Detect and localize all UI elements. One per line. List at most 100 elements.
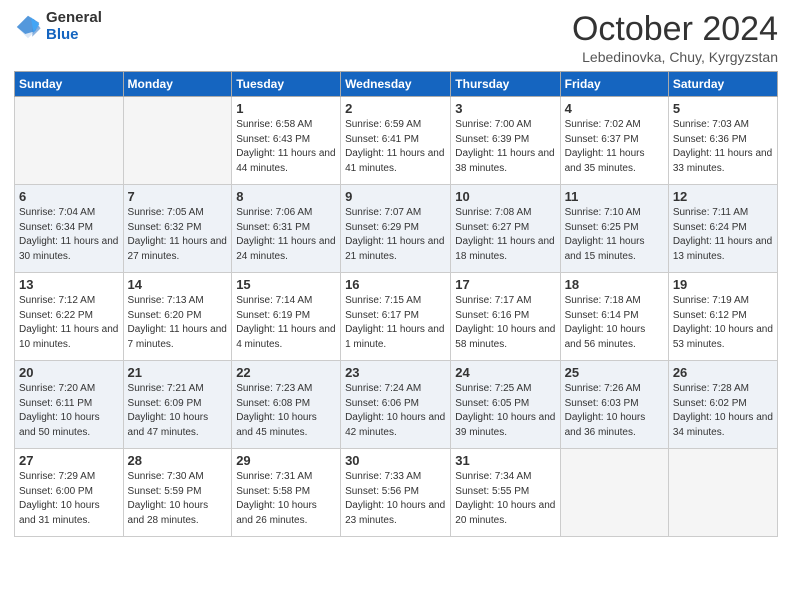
calendar-table: SundayMondayTuesdayWednesdayThursdayFrid… — [14, 71, 778, 537]
day-cell: 21 Sunrise: 7:21 AMSunset: 6:09 PMDayligh… — [123, 361, 232, 449]
week-row-1: 1 Sunrise: 6:58 AMSunset: 6:43 PMDaylight… — [15, 97, 778, 185]
day-info: Sunrise: 7:28 AMSunset: 6:02 PMDaylight:… — [673, 382, 773, 440]
day-number: 17 — [455, 277, 555, 292]
day-cell: 8Sunrise: 7:06 AMSunset: 6:31 PMDaylight… — [232, 185, 341, 273]
day-number: 6 — [19, 189, 119, 204]
week-row-5: 27Sunrise: 7:29 AMSunset: 6:00 PMDayligh… — [15, 449, 778, 537]
day-cell — [560, 449, 668, 537]
logo-blue-text: Blue — [46, 27, 102, 44]
day-number: 16 — [345, 277, 446, 292]
day-cell: 30Sunrise: 7:33 AMSunset: 5:56 PMDayligh… — [341, 449, 451, 537]
day-number: 26 — [673, 365, 773, 380]
day-cell: 16 Sunrise: 7:15 AMSunset: 6:17 PMDayligh… — [341, 273, 451, 361]
day-cell: 19Sunrise: 7:19 AMSunset: 6:12 PMDayligh… — [668, 273, 777, 361]
day-number: 9 — [345, 189, 446, 204]
day-cell — [668, 449, 777, 537]
day-number: 21 — [128, 365, 228, 380]
week-row-2: 6 Sunrise: 7:04 AMSunset: 6:34 PMDaylight… — [15, 185, 778, 273]
day-header-thursday: Thursday — [451, 72, 560, 97]
logo-general-text: General — [46, 10, 102, 27]
day-cell: 7 Sunrise: 7:05 AMSunset: 6:32 PMDaylight… — [123, 185, 232, 273]
day-info: Sunrise: 7:13 AMSunset: 6:20 PMDaylight:… — [128, 294, 228, 352]
day-info: Sunrise: 7:02 AMSunset: 6:37 PMDaylight:… — [565, 118, 664, 176]
day-header-friday: Friday — [560, 72, 668, 97]
day-cell: 12Sunrise: 7:11 AMSunset: 6:24 PMDayligh… — [668, 185, 777, 273]
day-cell: 17 Sunrise: 7:17 AMSunset: 6:16 PMDayligh… — [451, 273, 560, 361]
day-header-wednesday: Wednesday — [341, 72, 451, 97]
logo: General Blue — [14, 10, 102, 43]
day-number: 27 — [19, 453, 119, 468]
day-number: 3 — [455, 101, 555, 116]
day-header-saturday: Saturday — [668, 72, 777, 97]
logo-text: General Blue — [46, 10, 102, 43]
day-info: Sunrise: 6:59 AMSunset: 6:41 PMDaylight:… — [345, 118, 446, 176]
day-info: Sunrise: 7:04 AMSunset: 6:34 PMDaylight:… — [19, 206, 119, 264]
day-cell: 3 Sunrise: 7:00 AMSunset: 6:39 PMDaylight… — [451, 97, 560, 185]
day-cell: 24Sunrise: 7:25 AMSunset: 6:05 PMDayligh… — [451, 361, 560, 449]
day-number: 18 — [565, 277, 664, 292]
day-number: 19 — [673, 277, 773, 292]
day-info: Sunrise: 7:26 AMSunset: 6:03 PMDaylight:… — [565, 382, 664, 440]
day-cell: 6 Sunrise: 7:04 AMSunset: 6:34 PMDaylight… — [15, 185, 124, 273]
day-number: 31 — [455, 453, 555, 468]
day-info: Sunrise: 7:08 AMSunset: 6:27 PMDaylight:… — [455, 206, 555, 264]
day-info: Sunrise: 7:11 AMSunset: 6:24 PMDaylight:… — [673, 206, 773, 264]
day-number: 23 — [345, 365, 446, 380]
day-number: 11 — [565, 189, 664, 204]
day-number: 1 — [236, 101, 336, 116]
header-row: SundayMondayTuesdayWednesdayThursdayFrid… — [15, 72, 778, 97]
title-block: October 2024 Lebedinovka, Chuy, Kyrgyzst… — [572, 10, 778, 65]
day-number: 25 — [565, 365, 664, 380]
day-info: Sunrise: 7:17 AMSunset: 6:16 PMDaylight:… — [455, 294, 555, 352]
day-cell — [15, 97, 124, 185]
day-cell: 22 Sunrise: 7:23 AMSunset: 6:08 PMDayligh… — [232, 361, 341, 449]
day-cell: 20Sunrise: 7:20 AMSunset: 6:11 PMDayligh… — [15, 361, 124, 449]
day-number: 28 — [128, 453, 228, 468]
day-cell: 29 Sunrise: 7:31 AMSunset: 5:58 PMDayligh… — [232, 449, 341, 537]
day-info: Sunrise: 7:33 AMSunset: 5:56 PMDaylight:… — [345, 470, 446, 528]
day-info: Sunrise: 7:18 AMSunset: 6:14 PMDaylight:… — [565, 294, 664, 352]
day-header-tuesday: Tuesday — [232, 72, 341, 97]
day-info: Sunrise: 6:58 AMSunset: 6:43 PMDaylight:… — [236, 118, 336, 176]
week-row-3: 13 Sunrise: 7:12 AMSunset: 6:22 PMDayligh… — [15, 273, 778, 361]
day-info: Sunrise: 7:25 AMSunset: 6:05 PMDaylight:… — [455, 382, 555, 440]
day-number: 8 — [236, 189, 336, 204]
day-number: 29 — [236, 453, 336, 468]
day-cell: 25 Sunrise: 7:26 AMSunset: 6:03 PMDayligh… — [560, 361, 668, 449]
day-info: Sunrise: 7:10 AMSunset: 6:25 PMDaylight:… — [565, 206, 664, 264]
page-container: General Blue October 2024 Lebedinovka, C… — [0, 0, 792, 551]
day-cell: 2 Sunrise: 6:59 AMSunset: 6:41 PMDaylight… — [341, 97, 451, 185]
day-cell: 13 Sunrise: 7:12 AMSunset: 6:22 PMDayligh… — [15, 273, 124, 361]
day-info: Sunrise: 7:05 AMSunset: 6:32 PMDaylight:… — [128, 206, 228, 264]
day-cell: 18 Sunrise: 7:18 AMSunset: 6:14 PMDayligh… — [560, 273, 668, 361]
location: Lebedinovka, Chuy, Kyrgyzstan — [572, 49, 778, 65]
day-number: 7 — [128, 189, 228, 204]
day-cell: 14 Sunrise: 7:13 AMSunset: 6:20 PMDayligh… — [123, 273, 232, 361]
day-info: Sunrise: 7:15 AMSunset: 6:17 PMDaylight:… — [345, 294, 446, 352]
day-cell — [123, 97, 232, 185]
day-number: 22 — [236, 365, 336, 380]
month-title: October 2024 — [572, 10, 778, 49]
day-number: 13 — [19, 277, 119, 292]
header: General Blue October 2024 Lebedinovka, C… — [14, 10, 778, 65]
logo-icon — [14, 13, 42, 41]
day-info: Sunrise: 7:34 AMSunset: 5:55 PMDaylight:… — [455, 470, 555, 528]
day-number: 14 — [128, 277, 228, 292]
day-cell: 11 Sunrise: 7:10 AMSunset: 6:25 PMDayligh… — [560, 185, 668, 273]
day-info: Sunrise: 7:07 AMSunset: 6:29 PMDaylight:… — [345, 206, 446, 264]
day-cell: 26 Sunrise: 7:28 AMSunset: 6:02 PMDayligh… — [668, 361, 777, 449]
day-number: 2 — [345, 101, 446, 116]
day-cell: 31 Sunrise: 7:34 AMSunset: 5:55 PMDayligh… — [451, 449, 560, 537]
day-info: Sunrise: 7:31 AMSunset: 5:58 PMDaylight:… — [236, 470, 336, 528]
day-cell: 23Sunrise: 7:24 AMSunset: 6:06 PMDayligh… — [341, 361, 451, 449]
day-info: Sunrise: 7:12 AMSunset: 6:22 PMDaylight:… — [19, 294, 119, 352]
day-info: Sunrise: 7:23 AMSunset: 6:08 PMDaylight:… — [236, 382, 336, 440]
day-cell: 9 Sunrise: 7:07 AMSunset: 6:29 PMDaylight… — [341, 185, 451, 273]
day-info: Sunrise: 7:00 AMSunset: 6:39 PMDaylight:… — [455, 118, 555, 176]
day-info: Sunrise: 7:03 AMSunset: 6:36 PMDaylight:… — [673, 118, 773, 176]
day-info: Sunrise: 7:21 AMSunset: 6:09 PMDaylight:… — [128, 382, 228, 440]
day-cell: 10 Sunrise: 7:08 AMSunset: 6:27 PMDayligh… — [451, 185, 560, 273]
day-number: 10 — [455, 189, 555, 204]
day-number: 15 — [236, 277, 336, 292]
day-header-sunday: Sunday — [15, 72, 124, 97]
